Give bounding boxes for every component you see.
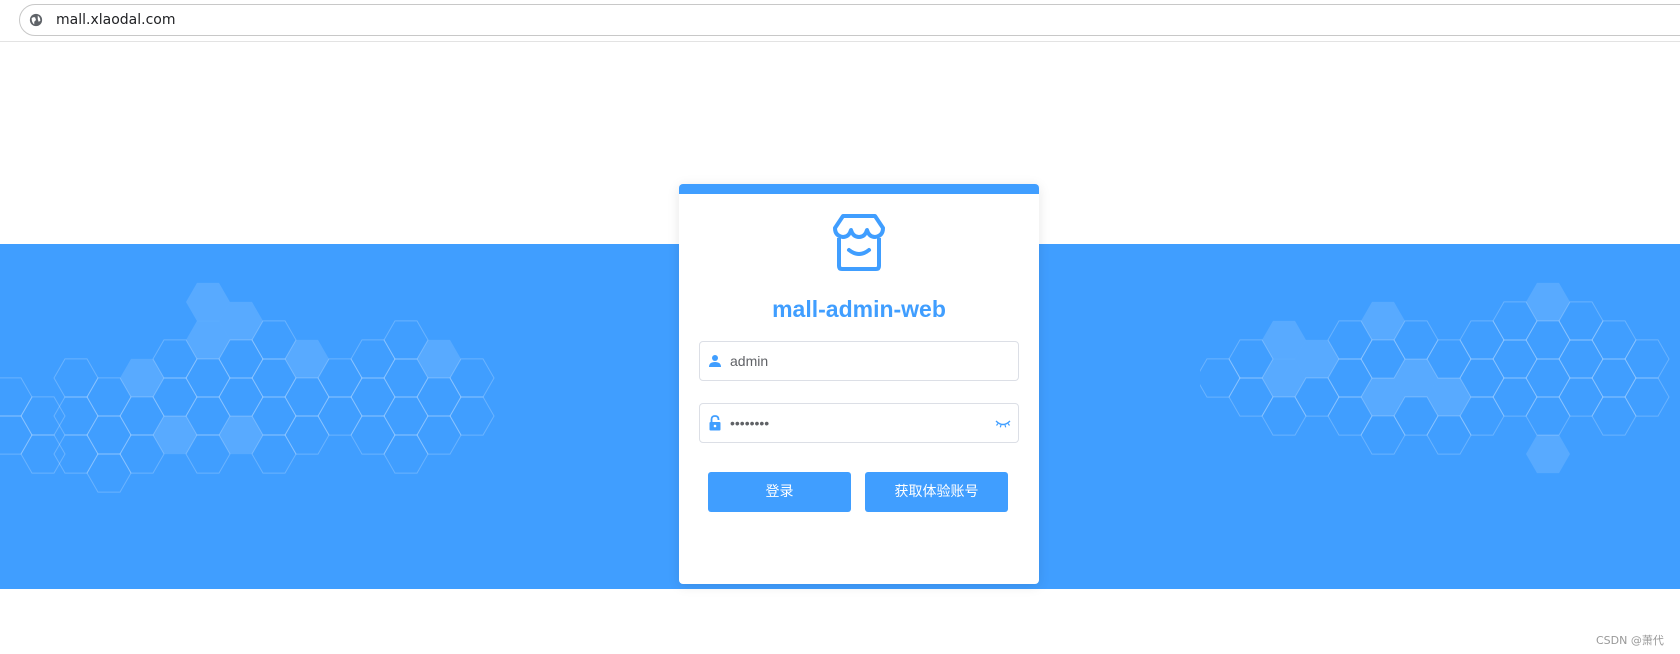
hexagon-decoration [86, 453, 132, 493]
username-input[interactable] [730, 342, 990, 380]
globe-icon[interactable] [29, 13, 43, 27]
hexagon-decoration [1525, 358, 1571, 398]
hexagon-decoration [1261, 396, 1307, 436]
hexagon-decoration [218, 377, 264, 417]
hexagon-decoration [1200, 358, 1241, 398]
hexagon-decoration [153, 415, 197, 455]
hexagon-decoration [185, 358, 231, 398]
browser-toolbar: mall.xlaodal.com [0, 0, 1680, 42]
hexagon-decoration [1591, 358, 1637, 398]
get-trial-account-button[interactable]: 获取体验账号 [865, 472, 1008, 512]
eye-closed-icon[interactable] [995, 417, 1011, 429]
hexagon-decoration [219, 415, 263, 455]
shop-icon [833, 214, 885, 271]
login-title: mall-admin-web [772, 296, 946, 322]
hexagon-decoration [416, 415, 462, 455]
hexagon-decoration [1525, 396, 1571, 436]
hexagon-decoration [1526, 434, 1570, 474]
hexagon-decoration [317, 396, 363, 436]
hexagon-decoration [383, 434, 429, 474]
hexagon-decoration [53, 396, 99, 436]
hexagon-decoration [285, 339, 329, 379]
hexagon-decoration [0, 415, 33, 455]
hexagon-decoration [1624, 339, 1670, 379]
lock-icon [709, 415, 721, 431]
hexagon-pattern-left [0, 282, 495, 493]
hexagon-decoration [1360, 415, 1406, 455]
hexagon-decoration [1492, 339, 1538, 379]
address-bar[interactable]: mall.xlaodal.com [19, 4, 1680, 36]
hexagon-decoration [1558, 339, 1604, 379]
hexagon-decoration [350, 339, 396, 379]
login-button[interactable]: 登录 [708, 472, 851, 512]
hexagon-decoration [350, 415, 396, 455]
username-field[interactable] [699, 341, 1019, 381]
hexagon-decoration [1525, 320, 1571, 360]
hexagon-decoration [449, 396, 495, 436]
hexagon-decoration [120, 358, 164, 398]
hexagon-decoration [416, 377, 462, 417]
hexagon-decoration [1591, 320, 1637, 360]
hexagon-decoration [1459, 320, 1505, 360]
url-text[interactable]: mall.xlaodal.com [56, 12, 175, 28]
hexagon-decoration [20, 434, 66, 474]
hexagon-decoration [86, 415, 132, 455]
hexagon-decoration [20, 396, 66, 436]
hexagon-decoration [53, 358, 99, 398]
hexagon-decoration [383, 396, 429, 436]
hexagon-decoration [1526, 282, 1570, 322]
password-input[interactable] [730, 404, 990, 442]
hexagon-decoration [1624, 377, 1670, 417]
hexagon-decoration [1426, 415, 1472, 455]
hexagon-decoration [1591, 396, 1637, 436]
hexagon-decoration [350, 377, 396, 417]
hexagon-decoration [284, 415, 330, 455]
watermark: CSDN @萧代 [1596, 634, 1664, 647]
hexagon-decoration [1361, 301, 1405, 341]
hexagon-pattern-right [1200, 282, 1670, 474]
hexagon-decoration [53, 434, 99, 474]
hexagon-decoration [417, 339, 461, 379]
hexagon-decoration [0, 377, 33, 417]
login-card: mall-admin-web 登录 获取体验账号 [679, 184, 1039, 584]
hexagon-decoration [1492, 377, 1538, 417]
user-icon [709, 355, 721, 367]
password-field[interactable] [699, 403, 1019, 443]
hexagon-decoration [1558, 377, 1604, 417]
hexagon-decoration [284, 377, 330, 417]
